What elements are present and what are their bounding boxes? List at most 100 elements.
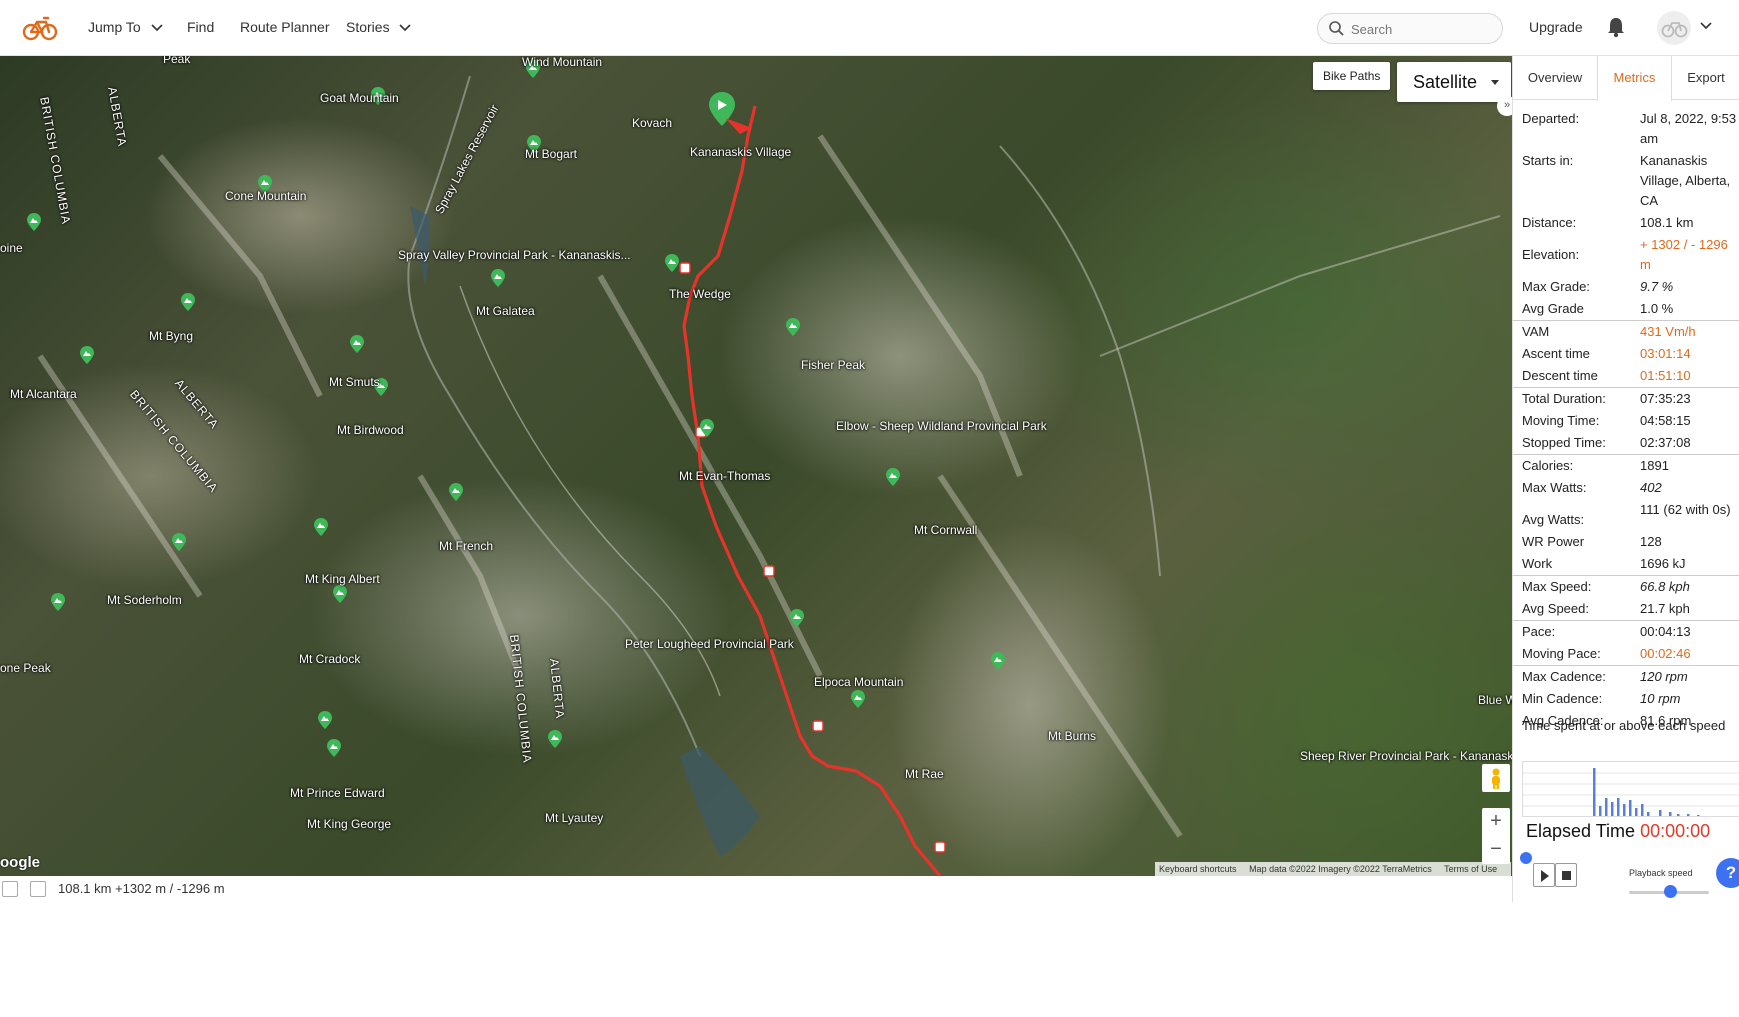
histogram-bar	[1707, 816, 1710, 817]
metric-label: Descent time	[1522, 368, 1598, 383]
metric-value: 108.1 km	[1640, 215, 1694, 230]
zoom-fit-icon[interactable]	[30, 881, 46, 897]
map-type-dropdown[interactable]: Satellite	[1397, 62, 1511, 102]
upgrade-link[interactable]: Upgrade	[1529, 19, 1583, 35]
help-button[interactable]: ?	[1716, 858, 1739, 888]
mountain-pin-icon[interactable]	[51, 593, 65, 611]
map-attribution: Keyboard shortcuts Map data ©2022 Imager…	[1155, 862, 1512, 876]
map-label: Goat Mountain	[320, 91, 399, 105]
mountain-pin-icon[interactable]	[80, 346, 94, 364]
metric-label: Max Grade:	[1522, 279, 1590, 294]
metric-row: Max Speed: 66.8 kph	[1513, 575, 1739, 598]
mountain-pin-icon[interactable]	[790, 609, 804, 627]
metric-row: Avg Watts: 111 (62 with 0s)	[1513, 499, 1739, 531]
tab-metrics[interactable]: Metrics	[1597, 56, 1672, 101]
metric-label: Pace:	[1522, 624, 1556, 639]
metric-row: Work 1696 kJ	[1513, 553, 1739, 575]
metric-value: 66.8 kph	[1640, 579, 1690, 594]
mountain-pin-icon[interactable]	[314, 518, 328, 536]
google-logo: oogle	[0, 854, 40, 871]
map-label: Mt Prince Edward	[290, 787, 385, 800]
histogram-bar	[1641, 804, 1644, 816]
avatar[interactable]	[1657, 11, 1691, 45]
map-label-text: Spray Valley Provincial Park - Kananaski…	[398, 248, 631, 262]
mountain-pin-icon[interactable]	[181, 293, 195, 311]
histogram-bar	[1623, 804, 1626, 816]
mountain-pin-icon[interactable]	[327, 739, 341, 757]
route-map[interactable]: Peak BRITISH COLUMBIA ALBERTA Wind Mount…	[0, 56, 1512, 876]
mountain-pin-icon[interactable]	[886, 468, 900, 486]
metric-label: Ascent time	[1522, 346, 1590, 361]
mountain-pin-icon[interactable]	[548, 730, 562, 748]
nav-stories[interactable]: Stories	[346, 19, 412, 35]
map-label: Mt Bogart	[525, 147, 578, 161]
playback-speed-handle[interactable]	[1664, 885, 1677, 898]
elapsed-time-label: Elapsed Time	[1526, 821, 1636, 841]
mountain-pin-icon[interactable]	[449, 483, 463, 501]
mountain-pin-icon[interactable]	[350, 335, 364, 353]
nav-route-planner[interactable]: Route Planner	[240, 19, 330, 35]
stop-button[interactable]	[1555, 863, 1577, 887]
metric-value: 10 rpm	[1640, 691, 1681, 706]
histogram-bar	[1611, 802, 1614, 816]
map-label: Kovach	[632, 116, 673, 130]
map-data-text: Map data ©2022 Imagery ©2022 TerraMetric…	[1249, 864, 1432, 874]
collapse-panel-icon[interactable]: »	[1497, 96, 1512, 116]
bike-paths-button[interactable]: Bike Paths	[1313, 62, 1391, 90]
mountain-pin-icon[interactable]	[318, 711, 332, 729]
playback-seek-handle[interactable]	[1520, 852, 1532, 864]
bike-avatar-icon	[1661, 22, 1688, 38]
lake-shape	[680, 746, 760, 856]
map-label: Mt Cornwall	[914, 523, 978, 537]
nav-find[interactable]: Find	[187, 19, 214, 35]
tab-overview[interactable]: Overview	[1513, 56, 1597, 100]
metric-row: Avg Speed: 21.7 kph	[1513, 598, 1739, 620]
metric-label: Avg Grade	[1522, 301, 1584, 316]
ride-details-panel: Overview Metrics Export Departed: Jul 8, …	[1512, 56, 1739, 902]
mountain-pin-icon[interactable]	[851, 690, 865, 708]
terms-of-use-link[interactable]: Terms of Use	[1444, 864, 1497, 874]
street-view-pegman-icon[interactable]	[1482, 764, 1510, 792]
zoom-out-button[interactable]: −	[1482, 836, 1510, 864]
metric-label: Departed:	[1522, 111, 1580, 126]
metric-value: 1891	[1640, 458, 1669, 473]
metric-value: 120 rpm	[1640, 669, 1688, 684]
metric-label: Avg Speed:	[1522, 601, 1589, 616]
chevron-down-icon[interactable]	[1700, 22, 1712, 30]
metric-value: 402	[1640, 480, 1662, 495]
mountain-pin-icon[interactable]	[665, 254, 679, 272]
metric-value: 21.7 kph	[1640, 601, 1690, 616]
mountain-pin-icon[interactable]	[172, 533, 186, 551]
metric-row: Max Watts: 402	[1513, 477, 1739, 499]
mountain-pin-icon[interactable]	[491, 269, 505, 287]
zoom-control: + −	[1482, 808, 1510, 864]
metric-row: Ascent time 03:01:14	[1513, 343, 1739, 365]
metric-row: Max Cadence: 120 rpm	[1513, 665, 1739, 688]
histogram-bar	[1659, 810, 1662, 816]
map-label-text: Kananaskis Village	[690, 145, 792, 159]
nav-jump-to[interactable]: Jump To	[88, 19, 163, 35]
histogram-bar	[1599, 806, 1602, 816]
list-icon[interactable]	[2, 881, 18, 897]
metric-row: Elevation: + 1302 / - 1296 m	[1513, 234, 1739, 276]
map-label: Blue Wild Provi Pa	[1478, 694, 1512, 707]
map-label-text: Peter Lougheed Provincial Park	[625, 637, 794, 651]
search-box[interactable]	[1317, 13, 1503, 44]
play-button[interactable]	[1533, 863, 1555, 887]
mountain-pin-icon[interactable]	[333, 585, 347, 603]
mountain-pin-icon[interactable]	[700, 419, 714, 437]
mountain-pin-icon[interactable]	[786, 318, 800, 336]
map-label: Mt Evan-Thomas	[679, 469, 771, 483]
mountain-pin-icon[interactable]	[27, 213, 41, 231]
bell-icon[interactable]	[1607, 16, 1625, 38]
zoom-in-button[interactable]: +	[1482, 808, 1510, 836]
metric-value: 01:51:10	[1640, 368, 1691, 383]
keyboard-shortcuts-link[interactable]: Keyboard shortcuts	[1159, 864, 1237, 874]
histogram-bar	[1669, 812, 1672, 816]
tab-export[interactable]: Export	[1672, 56, 1739, 100]
map-label: Mt Cradock	[299, 652, 361, 666]
speed-histogram-caption: Time spent at or above each speed	[1522, 718, 1726, 733]
mountain-pin-icon[interactable]	[991, 652, 1005, 670]
search-input[interactable]	[1351, 20, 1491, 38]
bike-logo-icon[interactable]	[22, 13, 58, 43]
